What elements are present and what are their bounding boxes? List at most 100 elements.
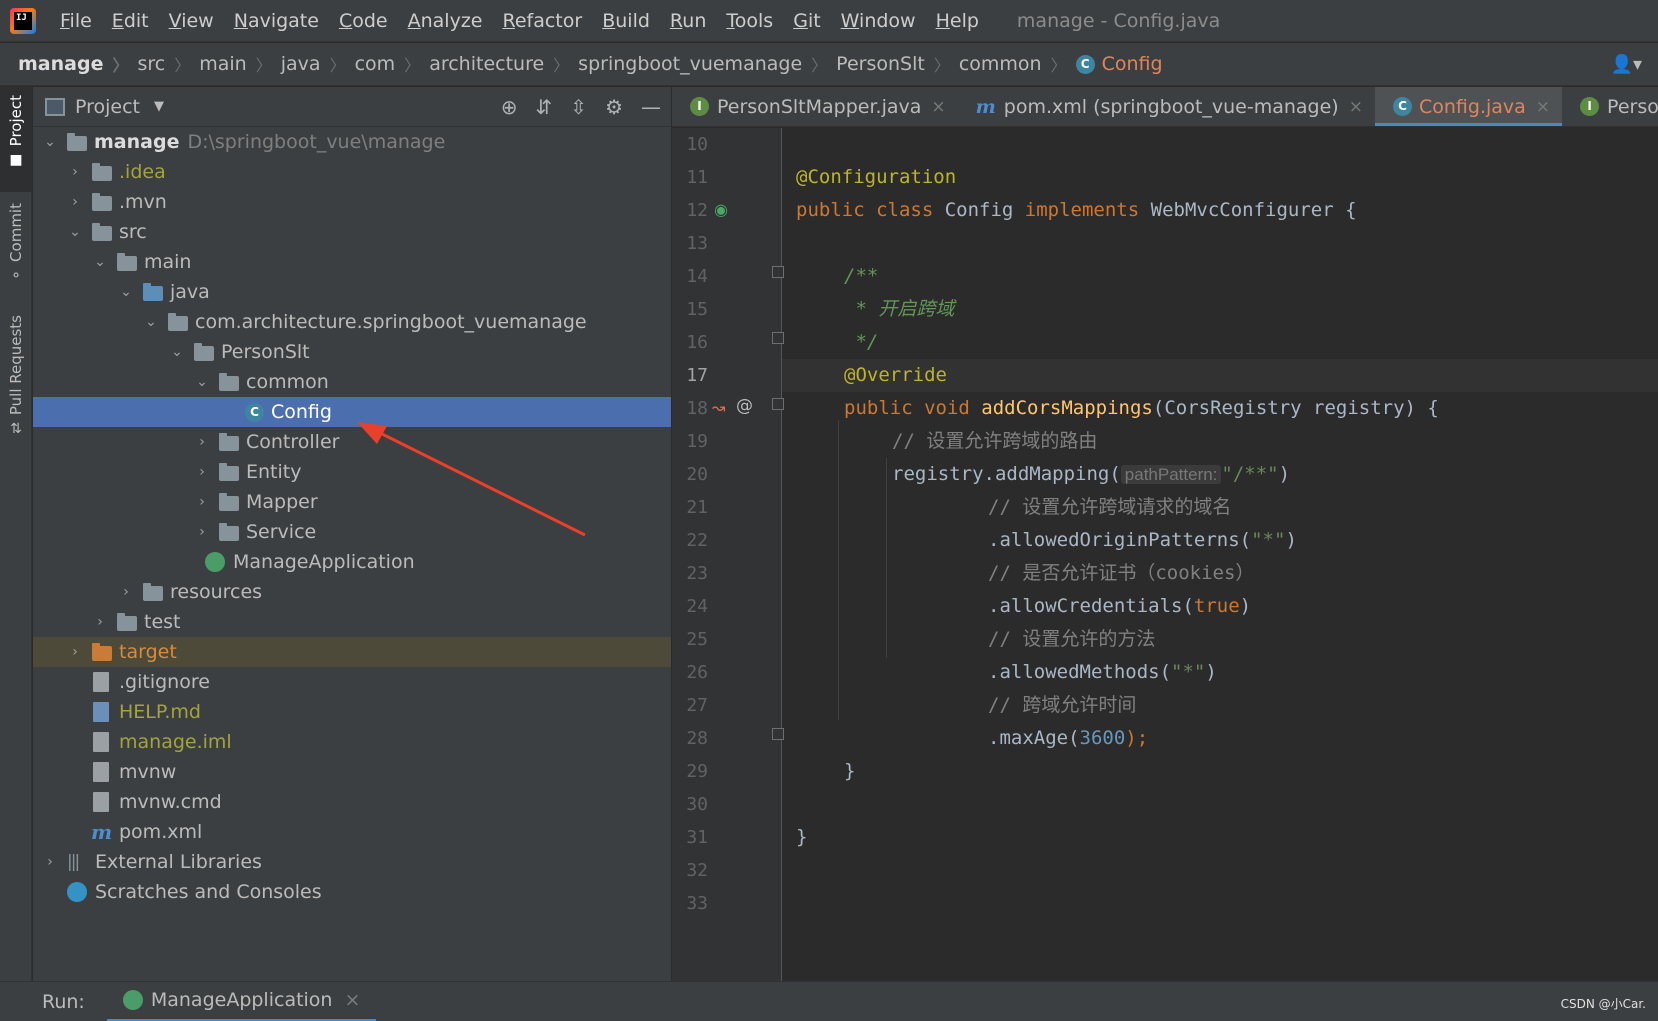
breadcrumb-item[interactable]: java 〉 [281, 52, 355, 76]
menu-edit[interactable]: Edit [102, 10, 159, 32]
tree-item-mapper[interactable]: › Mapper [33, 487, 671, 517]
chevron-right-icon[interactable]: › [117, 584, 135, 600]
menu-code[interactable]: Code [329, 10, 398, 32]
project-view-icon [45, 97, 65, 116]
tree-item-controller[interactable]: › Controller [33, 427, 671, 457]
tab-personsltservice[interactable]: IPersonSltServic [1562, 87, 1658, 126]
chevron-down-icon[interactable]: ⌄ [41, 134, 59, 150]
chevron-down-icon[interactable]: ⌄ [91, 254, 109, 270]
chevron-right-icon[interactable]: › [193, 434, 211, 450]
tree-item-external-libraries[interactable]: › ||| External Libraries [33, 847, 671, 877]
breadcrumb-item[interactable]: src 〉 [137, 52, 199, 76]
chevron-down-icon[interactable]: ⌄ [193, 374, 211, 390]
project-panel-title[interactable]: Project [75, 96, 140, 118]
chevron-down-icon[interactable]: ⌄ [66, 224, 84, 240]
tool-tab-project[interactable]: Project ■ [0, 87, 32, 192]
tree-item-personslt[interactable]: ⌄ PersonSlt [33, 337, 671, 367]
breadcrumb-item[interactable]: main 〉 [199, 52, 281, 76]
chevron-right-icon[interactable]: › [193, 464, 211, 480]
chevron-right-icon[interactable]: › [193, 494, 211, 510]
code-line: .allowedMethods("*") [988, 661, 1217, 683]
close-icon[interactable]: × [1536, 97, 1550, 117]
code-editor[interactable]: 10 11 12 13 14 15 16 17 18 19 20 21 22 2… [672, 128, 1658, 981]
tree-item-help-md[interactable]: HELP.md [33, 697, 671, 727]
tool-tab-commit[interactable]: Commit ⚬ [0, 197, 32, 297]
menu-tools[interactable]: Tools [716, 10, 783, 32]
tree-item-java[interactable]: ⌄ java [33, 277, 671, 307]
user-account-icon[interactable]: 👤▾ [1611, 54, 1642, 75]
menu-build[interactable]: Build [592, 10, 660, 32]
tree-item-manage[interactable]: ⌄ manage D:\springboot_vue\manage [33, 127, 671, 157]
at-sign-icon[interactable]: @ [736, 396, 753, 416]
close-icon[interactable]: × [931, 97, 945, 117]
chevron-right-icon[interactable]: › [66, 194, 84, 210]
breadcrumb-item[interactable]: PersonSlt 〉 [836, 52, 959, 76]
menu-view[interactable]: View [159, 10, 224, 32]
chevron-right-icon[interactable]: › [193, 524, 211, 540]
tree-item-manage-iml[interactable]: manage.iml [33, 727, 671, 757]
breadcrumb-item[interactable]: springboot_vuemanage 〉 [578, 52, 836, 76]
tree-item-common[interactable]: ⌄ common [33, 367, 671, 397]
tree-item-src[interactable]: ⌄ src [33, 217, 671, 247]
breadcrumb-item-current[interactable]: C Config [1075, 53, 1163, 75]
folder-icon [117, 252, 137, 271]
menu-git[interactable]: Git [783, 10, 830, 32]
chevron-right-icon[interactable]: › [66, 644, 84, 660]
menu-navigate[interactable]: Navigate [224, 10, 329, 32]
tree-item-mvnw-cmd[interactable]: mvnw.cmd [33, 787, 671, 817]
close-icon[interactable]: × [1349, 97, 1363, 117]
collapse-all-icon[interactable]: ⇳ [570, 95, 587, 119]
menu-refactor[interactable]: Refactor [492, 10, 592, 32]
tab-pom-xml[interactable]: m pom.xml (springboot_vue-manage) × [958, 87, 1375, 126]
tree-item-test[interactable]: › test [33, 607, 671, 637]
tree-item-package[interactable]: ⌄ com.architecture.springboot_vuemanage [33, 307, 671, 337]
tool-tab-pull-requests[interactable]: Pull Requests ⇅ [0, 309, 32, 439]
locate-icon[interactable]: ⊕ [501, 95, 518, 119]
line-number-current: 17 [686, 365, 708, 386]
chevron-right-icon[interactable]: › [66, 164, 84, 180]
tree-item-pom-xml[interactable]: m pom.xml [33, 817, 671, 847]
tree-item-service[interactable]: › Service [33, 517, 671, 547]
tree-item-mvn[interactable]: › .mvn [33, 187, 671, 217]
tree-item-mvnw[interactable]: mvnw [33, 757, 671, 787]
tab-config-java[interactable]: C Config.java × [1374, 87, 1563, 126]
tree-item-main[interactable]: ⌄ main [33, 247, 671, 277]
expand-all-icon[interactable]: ⇵ [536, 95, 553, 119]
chevron-right-icon[interactable]: › [91, 614, 109, 630]
breadcrumb-item[interactable]: common 〉 [959, 52, 1076, 76]
tree-item-config[interactable]: C Config [33, 397, 671, 427]
menu-window[interactable]: Window [831, 10, 926, 32]
close-icon[interactable]: × [344, 989, 360, 1011]
breadcrumb-item[interactable]: com 〉 [355, 52, 430, 76]
chevron-down-icon[interactable]: ▼ [154, 99, 164, 114]
tree-item-idea[interactable]: › .idea [33, 157, 671, 187]
minimize-icon[interactable]: — [641, 95, 661, 119]
resources-folder-icon [143, 582, 163, 601]
gear-icon[interactable]: ⚙ [605, 95, 623, 119]
menu-run[interactable]: Run [660, 10, 716, 32]
chevron-down-icon[interactable]: ⌄ [168, 344, 186, 360]
menu-analyze[interactable]: Analyze [398, 10, 493, 32]
tree-item-target[interactable]: › target [33, 637, 671, 667]
chevron-down-icon[interactable]: ⌄ [142, 314, 160, 330]
code-area[interactable]: @Configuration public class Config imple… [782, 128, 1658, 981]
tree-item-gitignore[interactable]: .gitignore [33, 667, 671, 697]
markdown-file-icon [93, 702, 109, 722]
menu-file[interactable]: File [50, 10, 102, 32]
chevron-down-icon[interactable]: ⌄ [117, 284, 135, 300]
chevron-right-icon[interactable]: › [41, 854, 59, 870]
line-number: 11 [686, 167, 708, 188]
breadcrumb-item[interactable]: manage 〉 [18, 52, 137, 76]
tree-item-scratches[interactable]: Scratches and Consoles [33, 877, 671, 907]
run-tab-manageapplication[interactable]: ManageApplication × [106, 982, 377, 1021]
tree-item-manageapplication[interactable]: ManageApplication [33, 547, 671, 577]
menu-help[interactable]: Help [926, 10, 989, 32]
breadcrumb-item[interactable]: architecture 〉 [429, 52, 578, 76]
implements-method-icon[interactable]: ↝ [712, 398, 725, 417]
tab-personsltmapper[interactable]: I PersonSltMapper.java × [672, 87, 958, 126]
code-line: .allowedOriginPatterns("*") [988, 529, 1297, 551]
spring-bean-icon[interactable]: ◉ [714, 200, 728, 219]
tree-item-resources[interactable]: › resources [33, 577, 671, 607]
tree-item-entity[interactable]: › Entity [33, 457, 671, 487]
interface-icon: I [1580, 97, 1600, 116]
